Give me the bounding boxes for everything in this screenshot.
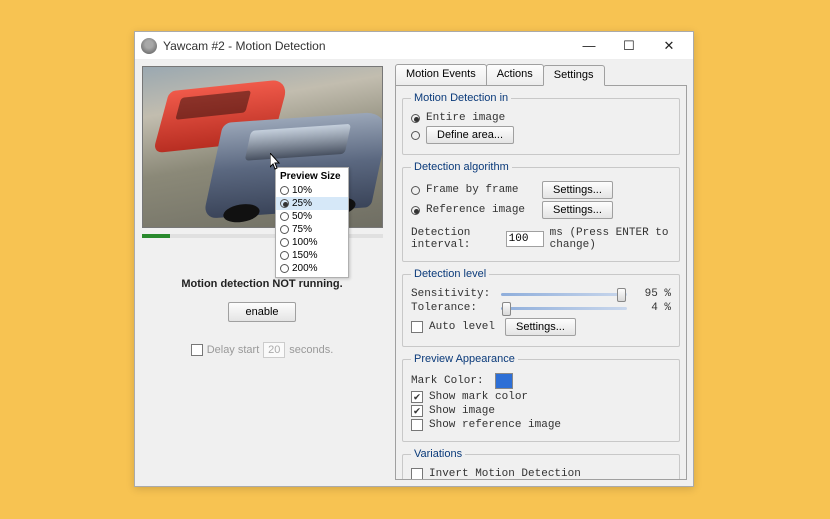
label-reference-image: Reference image bbox=[426, 204, 536, 216]
define-area-button[interactable]: Define area... bbox=[426, 126, 514, 144]
invert-checkbox[interactable] bbox=[411, 468, 423, 480]
delay-start-label-post: seconds. bbox=[289, 344, 333, 356]
maximize-button[interactable]: ☐ bbox=[609, 33, 649, 59]
mark-color-swatch[interactable] bbox=[495, 373, 513, 389]
preview-size-200[interactable]: 200% bbox=[276, 262, 348, 275]
interval-label: Detection interval: bbox=[411, 227, 500, 251]
window-title: Yawcam #2 - Motion Detection bbox=[163, 39, 569, 53]
status-text: Motion detection NOT running. bbox=[181, 278, 342, 290]
tolerance-slider[interactable] bbox=[501, 307, 627, 310]
show-image-checkbox[interactable] bbox=[411, 405, 423, 417]
delay-start-checkbox[interactable] bbox=[191, 344, 203, 356]
auto-level-label: Auto level bbox=[429, 321, 499, 333]
group-variations: Variations Invert Motion Detection (Trig… bbox=[402, 448, 680, 480]
show-ref-checkbox[interactable] bbox=[411, 419, 423, 431]
show-mark-label: Show mark color bbox=[429, 391, 528, 403]
preview-size-150[interactable]: 150% bbox=[276, 249, 348, 262]
group-motion-detection-in: Motion Detection in Entire image Define … bbox=[402, 92, 680, 155]
preview-size-25[interactable]: 25% bbox=[276, 197, 348, 210]
preview-size-50[interactable]: 50% bbox=[276, 210, 348, 223]
show-ref-label: Show reference image bbox=[429, 419, 561, 431]
group-detection-algorithm: Detection algorithm Frame by frame Setti… bbox=[402, 161, 680, 262]
tab-settings[interactable]: Settings bbox=[543, 65, 605, 86]
delay-start-label-pre: Delay start bbox=[207, 344, 260, 356]
right-pane: Motion Events Actions Settings Motion De… bbox=[389, 60, 693, 486]
mark-color-label: Mark Color: bbox=[411, 375, 489, 387]
level-settings-button[interactable]: Settings... bbox=[505, 318, 576, 336]
interval-input[interactable] bbox=[506, 231, 544, 247]
radio-entire-image[interactable] bbox=[411, 114, 420, 123]
delay-seconds-input[interactable] bbox=[263, 342, 285, 358]
sensitivity-label: Sensitivity: bbox=[411, 288, 491, 300]
auto-level-checkbox[interactable] bbox=[411, 321, 423, 333]
tab-actions[interactable]: Actions bbox=[486, 64, 544, 85]
show-mark-checkbox[interactable] bbox=[411, 391, 423, 403]
tolerance-value: 4 % bbox=[637, 302, 671, 314]
client-area: Preview Size 10% 25% 50% 75% 100% 150% 2… bbox=[135, 60, 693, 486]
preview-size-75[interactable]: 75% bbox=[276, 223, 348, 236]
radio-reference-image[interactable] bbox=[411, 206, 420, 215]
interval-hint: ms (Press ENTER to change) bbox=[550, 227, 671, 251]
left-pane: Preview Size 10% 25% 50% 75% 100% 150% 2… bbox=[135, 60, 389, 486]
enable-button[interactable]: enable bbox=[228, 302, 295, 322]
app-icon bbox=[141, 38, 157, 54]
radio-frame-by-frame[interactable] bbox=[411, 186, 420, 195]
window: Yawcam #2 - Motion Detection — ☐ ✕ Previ… bbox=[134, 31, 694, 487]
invert-label: Invert Motion Detection bbox=[429, 468, 581, 480]
label-entire-image: Entire image bbox=[426, 112, 505, 124]
tolerance-label: Tolerance: bbox=[411, 302, 491, 314]
settings-panel: Motion Detection in Entire image Define … bbox=[395, 86, 687, 480]
radio-define-area[interactable] bbox=[411, 131, 420, 140]
sensitivity-value: 95 % bbox=[637, 288, 671, 300]
frame-settings-button[interactable]: Settings... bbox=[542, 181, 613, 199]
titlebar: Yawcam #2 - Motion Detection — ☐ ✕ bbox=[135, 32, 693, 60]
show-image-label: Show image bbox=[429, 405, 495, 417]
reference-settings-button[interactable]: Settings... bbox=[542, 201, 613, 219]
preview-size-100[interactable]: 100% bbox=[276, 236, 348, 249]
tabs: Motion Events Actions Settings bbox=[395, 64, 687, 86]
group-detection-level: Detection level Sensitivity: 95 % Tolera… bbox=[402, 268, 680, 347]
group-preview-appearance: Preview Appearance Mark Color: Show mark… bbox=[402, 353, 680, 442]
close-button[interactable]: ✕ bbox=[649, 33, 689, 59]
preview-size-menu: Preview Size 10% 25% 50% 75% 100% 150% 2… bbox=[275, 167, 349, 278]
delay-start-row: Delay start seconds. bbox=[191, 342, 334, 358]
preview-size-10[interactable]: 10% bbox=[276, 184, 348, 197]
cursor-icon bbox=[270, 153, 282, 171]
preview-size-title: Preview Size bbox=[276, 170, 348, 184]
tab-motion-events[interactable]: Motion Events bbox=[395, 64, 487, 85]
label-frame-by-frame: Frame by frame bbox=[426, 184, 536, 196]
minimize-button[interactable]: — bbox=[569, 33, 609, 59]
sensitivity-slider[interactable] bbox=[501, 293, 627, 296]
